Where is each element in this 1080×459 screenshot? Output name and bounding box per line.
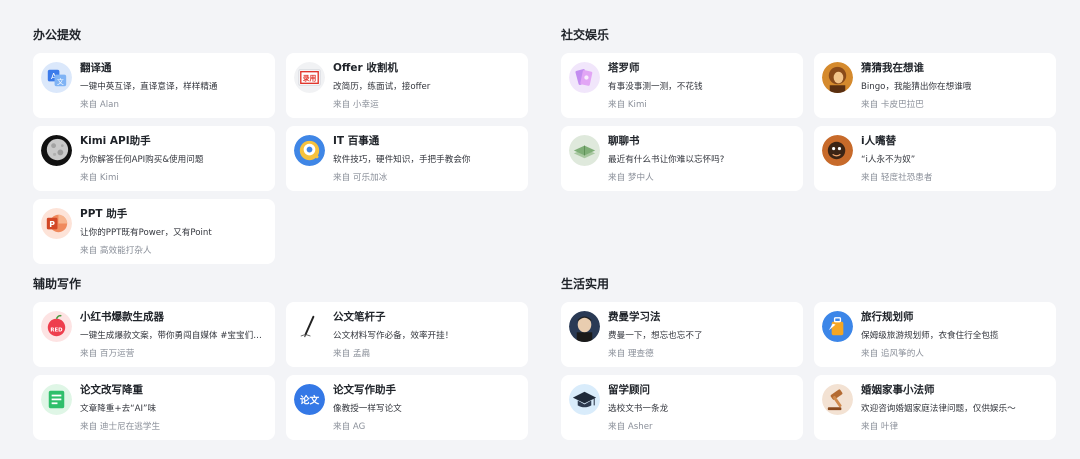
bot-card-books[interactable]: 聊聊书 最近有什么书让你难以忘怀吗? 来自 梦中人 — [561, 126, 803, 191]
bot-author: 来自 轻度社恐患者 — [861, 173, 933, 183]
svg-text:论文: 论文 — [300, 393, 320, 406]
section-title: 办公提效 — [33, 28, 82, 42]
bot-name: 聊聊书 — [608, 135, 640, 147]
bot-author: 来自 Kimi — [80, 173, 119, 183]
graduation-cap-icon — [569, 384, 600, 415]
bot-name: 旅行规划师 — [861, 311, 914, 323]
bot-card-guess[interactable]: 猜猜我在想谁 Bingo，我能猜出你在想谁哦 来自 卡皮巴拉巴 — [814, 53, 1056, 118]
bot-card-xiaohongshu[interactable]: RED 小红书爆款生成器 一键生成爆款文案，带你勇闯自媒体 #宝宝们都在看 来自… — [33, 302, 275, 367]
bot-description: 一键生成爆款文案，带你勇闯自媒体 #宝宝们都在看 — [80, 331, 265, 341]
bot-card-i-person[interactable]: i人嘴替 “i人永不为奴” 来自 轻度社恐患者 — [814, 126, 1056, 191]
bot-author: 来自 追风筝的人 — [861, 349, 924, 359]
ppt-icon: P — [41, 208, 72, 239]
bot-author: 来自 小幸运 — [333, 100, 379, 110]
bot-author: 来自 叶律 — [861, 422, 899, 432]
i-person-icon — [822, 135, 853, 166]
bot-name: IT 百事通 — [333, 135, 380, 147]
bot-description: 最近有什么书让你难以忘怀吗? — [608, 155, 725, 165]
tarot-cards-icon — [569, 62, 600, 93]
bot-name: 留学顾问 — [608, 384, 650, 396]
feynman-portrait-icon — [569, 311, 600, 342]
bot-name: 论文改写降重 — [80, 384, 143, 396]
bot-card-it-helper[interactable]: IT 百事通 软件技巧，硬件知识，手把手教会你 来自 可乐加冰 — [286, 126, 528, 191]
bot-description: 软件技巧，硬件知识，手把手教会你 — [333, 155, 471, 165]
bot-author: 来自 高效能打杂人 — [80, 246, 152, 256]
bot-name: Offer 收割机 — [333, 62, 398, 74]
bot-description: 文章降重+去“AI”味 — [80, 404, 157, 414]
svg-text:录用: 录用 — [303, 74, 317, 82]
offer-stamp-icon: 录用 — [294, 62, 325, 93]
bot-description: 改简历，练面试，接offer — [333, 82, 431, 92]
bot-description: 选校文书一条龙 — [608, 404, 669, 414]
bot-description: 费曼一下，想忘也忘不了 — [608, 331, 703, 341]
bot-description: 为你解答任何API购买&使用问题 — [80, 155, 204, 165]
bot-description: 公文材料写作必备，效率开挂！ — [333, 331, 454, 341]
bot-description: 像教授一样写论文 — [333, 404, 402, 414]
bot-author: 来自 可乐加冰 — [333, 173, 388, 183]
bot-card-translator[interactable]: A文 翻译通 一键中英互译，直译意译，样样精通 来自 Alan — [33, 53, 275, 118]
section-life: 生活实用 费曼学习法 费曼一下，想忘也忘不了 来自 理查德 旅行规划师 保姆级旅… — [561, 275, 1056, 440]
bot-name: Kimi API助手 — [80, 135, 151, 147]
bot-name: 婚姻家事小法师 — [861, 384, 935, 396]
bot-name: 翻译通 — [80, 62, 112, 74]
bot-description: “i人永不为奴” — [861, 155, 916, 165]
bot-description: 欢迎咨询婚姻家庭法律问题，仅供娱乐～ — [861, 404, 1016, 414]
bot-name: 塔罗师 — [608, 62, 640, 74]
bot-name: 费曼学习法 — [608, 311, 661, 323]
bot-card-study-abroad[interactable]: 留学顾问 选校文书一条龙 来自 Asher — [561, 375, 803, 440]
bot-name: PPT 助手 — [80, 208, 128, 220]
suitcase-icon — [822, 311, 853, 342]
bot-description: 让你的PPT既有Power，又有Point — [80, 228, 212, 238]
bot-card-thesis[interactable]: 论文 论文写作助手 像教授一样写论文 来自 AG — [286, 375, 528, 440]
bot-author: 来自 理查德 — [608, 349, 654, 359]
section-title: 社交娱乐 — [561, 28, 610, 42]
red-apple-icon: RED — [41, 311, 72, 342]
bot-description: 保姆级旅游规划师，衣食住行全包揽 — [861, 331, 999, 341]
bot-author: 来自 百万运营 — [80, 349, 135, 359]
bot-card-official-docs[interactable]: 公文笔杆子 公文材料写作必备，效率开挂！ 来自 孟扁 — [286, 302, 528, 367]
rewrite-doc-icon — [41, 384, 72, 415]
bot-card-feynman[interactable]: 费曼学习法 费曼一下，想忘也忘不了 来自 理查德 — [561, 302, 803, 367]
guess-portrait-icon — [822, 62, 853, 93]
bot-name: i人嘴替 — [861, 135, 897, 147]
gavel-icon — [822, 384, 853, 415]
section-title: 生活实用 — [561, 277, 610, 291]
pen-icon — [294, 311, 325, 342]
bot-description: 一键中英互译，直译意译，样样精通 — [80, 82, 218, 92]
svg-text:RED: RED — [50, 327, 63, 333]
section-social: 社交娱乐 塔罗师 有事没事测一测，不花钱 来自 Kimi 猜猜我在想谁 Bing… — [561, 26, 1056, 191]
bot-card-tarot[interactable]: 塔罗师 有事没事测一测，不花钱 来自 Kimi — [561, 53, 803, 118]
bot-description: 有事没事测一测，不花钱 — [608, 82, 703, 92]
section-title: 辅助写作 — [33, 277, 82, 291]
bot-author: 来自 迪士尼在逃学生 — [80, 422, 161, 432]
bot-name: 猜猜我在想谁 — [861, 62, 924, 74]
bot-description: Bingo，我能猜出你在想谁哦 — [861, 82, 972, 92]
moon-icon — [41, 135, 72, 166]
it-helper-icon — [294, 135, 325, 166]
bot-author: 来自 卡皮巴拉巴 — [861, 100, 924, 110]
bot-author: 来自 孟扁 — [333, 349, 371, 359]
bot-author: 来自 Alan — [80, 100, 119, 110]
bot-card-family-law[interactable]: 婚姻家事小法师 欢迎咨询婚姻家庭法律问题，仅供娱乐～ 来自 叶律 — [814, 375, 1056, 440]
bot-author: 来自 Kimi — [608, 100, 647, 110]
bot-card-rewrite[interactable]: 论文改写降重 文章降重+去“AI”味 来自 迪士尼在逃学生 — [33, 375, 275, 440]
bot-author: 来自 梦中人 — [608, 173, 654, 183]
bot-card-ppt[interactable]: P PPT 助手 让你的PPT既有Power，又有Point 来自 高效能打杂人 — [33, 199, 275, 264]
bot-name: 小红书爆款生成器 — [80, 311, 164, 323]
section-office: 办公提效 A文 翻译通 一键中英互译，直译意译，样样精通 来自 Alan 录用 … — [33, 26, 528, 264]
svg-text:P: P — [49, 220, 55, 229]
bot-card-offer[interactable]: 录用 Offer 收割机 改简历，练面试，接offer 来自 小幸运 — [286, 53, 528, 118]
thesis-icon: 论文 — [294, 384, 325, 415]
bot-author: 来自 AG — [333, 422, 366, 432]
bot-author: 来自 Asher — [608, 422, 653, 432]
bot-card-travel[interactable]: 旅行规划师 保姆级旅游规划师，衣食住行全包揽 来自 追风筝的人 — [814, 302, 1056, 367]
section-writing: 辅助写作 RED 小红书爆款生成器 一键生成爆款文案，带你勇闯自媒体 #宝宝们都… — [33, 275, 528, 440]
bot-name: 公文笔杆子 — [333, 311, 386, 323]
bot-card-kimi-api[interactable]: Kimi API助手 为你解答任何API购买&使用问题 来自 Kimi — [33, 126, 275, 191]
svg-text:文: 文 — [57, 77, 64, 86]
book-icon — [569, 135, 600, 166]
translate-icon: A文 — [41, 62, 72, 93]
bot-name: 论文写作助手 — [333, 384, 396, 396]
